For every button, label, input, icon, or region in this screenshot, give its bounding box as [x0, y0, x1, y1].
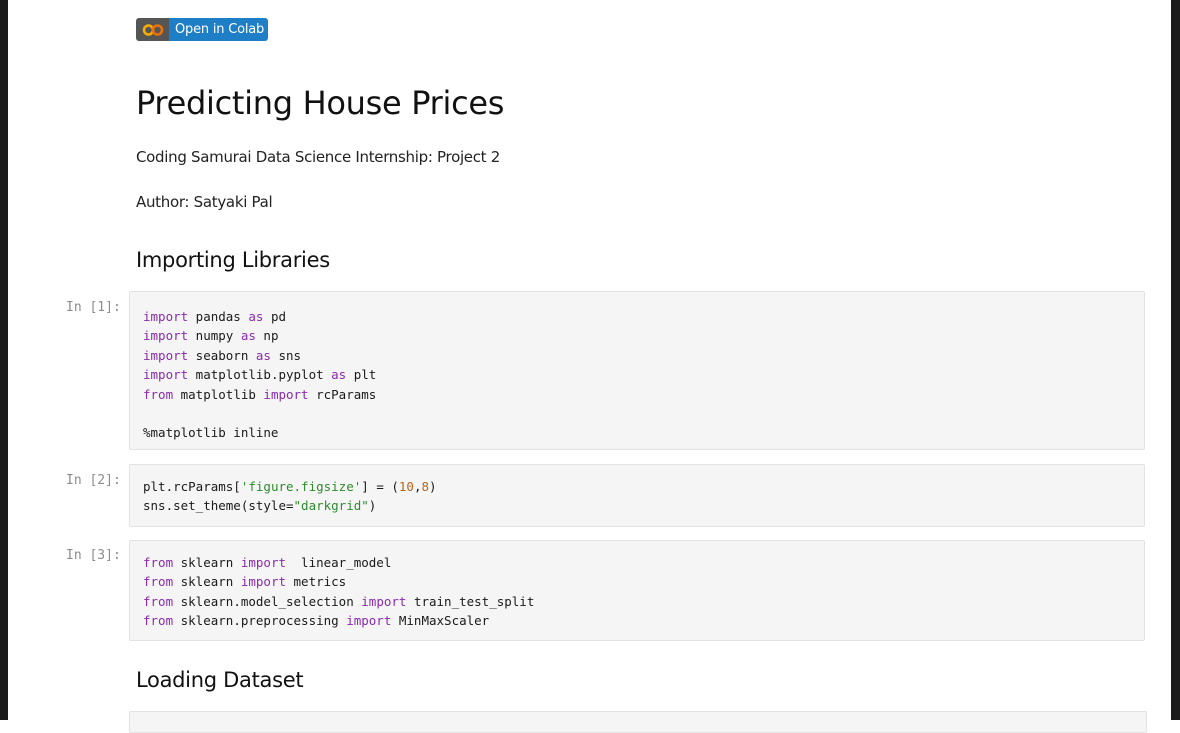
code-token: rcParams — [308, 386, 377, 402]
code-token: 'figure.figsize' — [240, 479, 362, 494]
code-token: matplotlib.pyplot — [188, 367, 332, 383]
cell-prompt: In [2]: — [66, 473, 121, 488]
code-token: as — [331, 367, 347, 383]
code-token: pd — [263, 309, 287, 324]
code-cell-4[interactable] — [129, 711, 1147, 733]
code-token: import — [143, 328, 189, 344]
code-token: np — [255, 328, 279, 344]
colab-logo-icon — [136, 18, 169, 41]
code-token: sklearn — [173, 574, 241, 590]
page-title: Predicting House Prices — [136, 84, 505, 122]
code-token: from — [143, 386, 174, 402]
code-token: seaborn — [188, 347, 256, 363]
code-token: import — [143, 347, 189, 363]
code-token: as — [255, 347, 271, 363]
author-text: Author: Satyaki Pal — [136, 193, 273, 211]
code-token: sklearn — [173, 555, 241, 570]
open-in-colab-label: Open in Colab — [169, 18, 268, 41]
code-token: from — [143, 613, 174, 629]
section-heading-loading-dataset: Loading Dataset — [136, 668, 304, 692]
code-token: import — [263, 386, 309, 402]
code-token: ] = ( — [361, 479, 399, 494]
subtitle-text: Coding Samurai Data Science Internship: … — [136, 148, 500, 166]
code-token: train_test_split — [406, 593, 535, 609]
cell-prompt: In [3]: — [66, 548, 121, 563]
code-token: import — [361, 593, 407, 609]
code-cell-2[interactable]: plt.rcParams['figure.figsize'] = (10,8) … — [129, 464, 1145, 527]
code-token: sklearn.preprocessing — [173, 613, 347, 629]
code-token: "darkgrid" — [293, 498, 369, 514]
code-token: MinMaxScaler — [391, 613, 490, 629]
code-token: ) — [429, 479, 437, 494]
code-token: import — [143, 367, 189, 383]
code-cell-3[interactable]: from sklearn import linear_model from sk… — [129, 540, 1145, 641]
code-token: from — [143, 574, 174, 590]
code-token: 8 — [421, 479, 430, 494]
code-cell-1[interactable]: import pandas as pd import numpy as np i… — [129, 291, 1145, 450]
code-token: as — [248, 309, 264, 324]
code-token: as — [240, 328, 256, 344]
code-token: import — [346, 613, 392, 629]
code-token: matplotlib — [173, 386, 264, 402]
code-token: sns — [270, 347, 302, 363]
code-cell-3-source[interactable]: from sklearn import linear_model from sk… — [130, 553, 1144, 631]
code-token: import — [240, 555, 286, 570]
right-window-edge — [1171, 0, 1180, 720]
code-token: from — [143, 555, 174, 570]
code-cell-1-source[interactable]: import pandas as pd import numpy as np i… — [130, 307, 1144, 443]
code-token: 10 — [398, 479, 414, 494]
code-token: sklearn.model_selection — [173, 593, 362, 609]
code-token: %matplotlib inline — [143, 425, 279, 441]
code-token: pandas — [188, 309, 249, 324]
code-token: sns.set_theme(style= — [143, 498, 294, 514]
code-token: plt.rcParams[ — [143, 479, 241, 494]
code-token: from — [143, 593, 174, 609]
left-window-edge — [0, 0, 8, 720]
cell-prompt: In [1]: — [66, 300, 121, 315]
code-token: numpy — [188, 328, 241, 344]
code-token: import — [143, 309, 189, 324]
section-heading-importing-libraries: Importing Libraries — [136, 248, 330, 272]
code-token: plt — [346, 367, 377, 383]
code-token: ) — [368, 498, 377, 514]
code-token: , — [413, 479, 422, 494]
code-token: linear_model — [286, 555, 392, 570]
code-token: metrics — [286, 574, 347, 590]
open-in-colab-button[interactable]: Open in Colab — [136, 18, 268, 41]
code-token: import — [240, 574, 286, 590]
code-cell-2-source[interactable]: plt.rcParams['figure.figsize'] = (10,8) … — [130, 477, 1144, 516]
